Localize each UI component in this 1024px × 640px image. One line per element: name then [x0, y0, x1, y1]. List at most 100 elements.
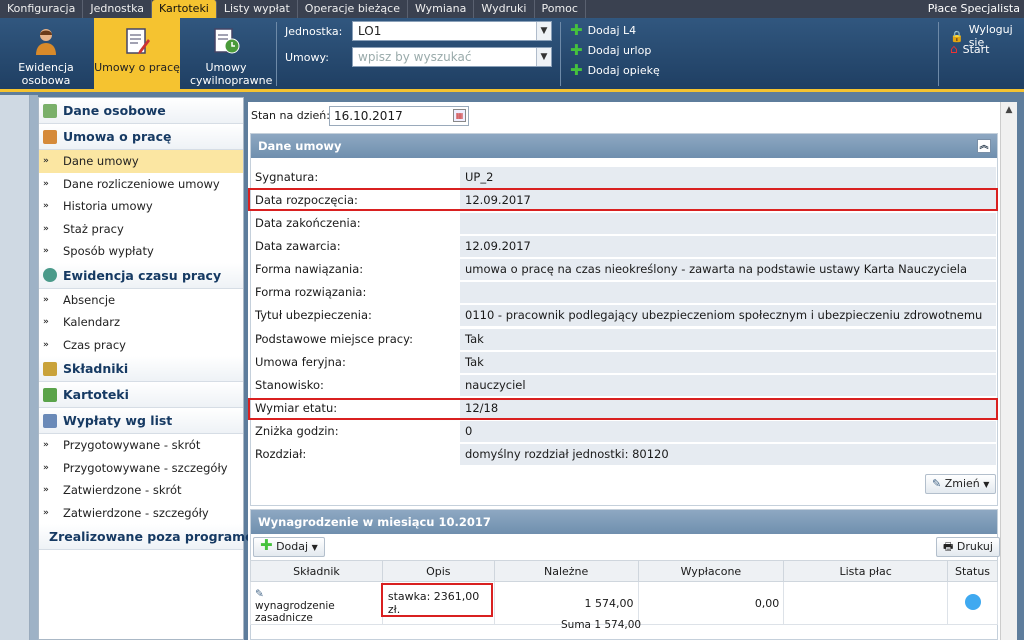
- field-label: Forma nawiązania:: [255, 262, 364, 276]
- sidebar-item-kalendarz[interactable]: » Kalendarz: [39, 311, 243, 334]
- sidebar-item-przygotowywane-skrot[interactable]: » Przygotowywane - skrót: [39, 434, 243, 457]
- plus-icon: ✚: [570, 41, 583, 59]
- ribbon-separator: [938, 22, 939, 86]
- sidebar-item-sposob-wyplaty[interactable]: » Sposób wypłaty: [39, 240, 243, 263]
- pencil-icon[interactable]: ✎: [255, 588, 264, 600]
- dodaj-button[interactable]: ✚ Dodaj ▼: [253, 537, 325, 557]
- sidebar-item-przygotowywane-szczegoly[interactable]: » Przygotowywane - szczegóły: [39, 457, 243, 480]
- menu-wymiana[interactable]: Wymiana: [408, 0, 475, 18]
- dodaj-urlop-button[interactable]: ✚ Dodaj urlop: [570, 41, 651, 59]
- sidebar-section-ewidencja-czasu[interactable]: Ewidencja czasu pracy: [39, 262, 243, 289]
- field-label: Stanowisko:: [255, 378, 324, 392]
- menu-konfiguracja[interactable]: Konfiguracja: [0, 0, 84, 18]
- sidebar-item-absencje[interactable]: » Absencje: [39, 289, 243, 312]
- field-row: Rozdział: domyślny rozdział jednostki: 80…: [250, 444, 996, 465]
- menu-wydruki[interactable]: Wydruki: [474, 0, 535, 18]
- cell-lista-plac: [783, 581, 948, 625]
- chevron-right-icon: »: [43, 294, 49, 305]
- scroll-up-icon[interactable]: ▲: [1001, 102, 1017, 118]
- umowy-o-prace-button[interactable]: Umowy o pracę: [94, 18, 180, 92]
- plus-icon: ✚: [260, 536, 273, 554]
- umowy-cywilnoprawne-button[interactable]: Umowy cywilnoprawne: [186, 18, 272, 92]
- chevron-right-icon: »: [43, 156, 49, 167]
- umowy-search-input[interactable]: wpisz by wyszukać ▼: [352, 47, 552, 67]
- sidebar-item-zatwierdzone-szczegoly[interactable]: » Zatwierdzone - szczegóły: [39, 502, 243, 525]
- zmien-button[interactable]: ✎ Zmień ▼: [925, 474, 997, 494]
- printer-icon: 🖶: [943, 540, 954, 553]
- chevron-down-icon[interactable]: ▼: [536, 48, 551, 66]
- clock-icon: [43, 268, 57, 282]
- ribbon-separator: [560, 22, 561, 86]
- calendar-icon[interactable]: ▦: [453, 109, 466, 122]
- collapse-icon[interactable]: ︽: [977, 139, 991, 153]
- sidebar-item-dane-umowy[interactable]: » Dane umowy: [39, 150, 243, 173]
- components-icon: [43, 361, 57, 376]
- col-lista-plac[interactable]: Lista płac: [783, 560, 948, 582]
- sidebar-section-skladniki[interactable]: Składniki: [39, 356, 243, 382]
- plus-icon: ✚: [570, 21, 583, 39]
- field-row: Stanowisko: nauczyciel: [250, 375, 996, 396]
- ribbon: Ewidencja osobowa Umowy o pracę Umowy cy…: [0, 18, 1024, 92]
- status-dot-icon: [964, 593, 981, 610]
- chevron-right-icon: »: [43, 223, 49, 234]
- menu-pomoc[interactable]: Pomoc: [535, 0, 586, 18]
- sidebar-item-zatwierdzone-skrot[interactable]: » Zatwierdzone - skrót: [39, 479, 243, 502]
- field-row: Zniżka godzin: 0: [250, 421, 996, 442]
- sidebar-section-kartoteki[interactable]: Kartoteki: [39, 382, 243, 408]
- chevron-right-icon: »: [43, 485, 49, 496]
- field-value: 0: [460, 421, 996, 442]
- chevron-down-icon: ▼: [311, 543, 318, 552]
- sidebar-section-zrealizowane[interactable]: Zrealizowane poza programem: [39, 524, 267, 550]
- main-scrollbar[interactable]: ▲: [1000, 102, 1017, 640]
- menu-kartoteki[interactable]: Kartoteki: [152, 0, 217, 18]
- sidebar-item-czas-pracy[interactable]: » Czas pracy: [39, 334, 243, 357]
- col-status[interactable]: Status: [947, 560, 998, 582]
- col-skladnik[interactable]: Składnik: [250, 560, 383, 582]
- drukuj-button[interactable]: 🖶 Drukuj: [936, 537, 1000, 557]
- dodaj-opieke-button[interactable]: ✚ Dodaj opiekę: [570, 61, 660, 79]
- col-nalezne[interactable]: Należne: [493, 560, 639, 582]
- sidebar-section-wyplaty-wg-list[interactable]: Wypłaty wg list: [39, 408, 243, 434]
- highlight-data-rozpoczecia: [248, 188, 998, 211]
- sidebar-section-dane-osobowe[interactable]: Dane osobowe: [39, 98, 243, 124]
- pencil-icon: ✎: [932, 477, 942, 490]
- col-opis[interactable]: Opis: [381, 560, 495, 582]
- jednostka-select[interactable]: LO1 ▼: [352, 21, 552, 41]
- wynagrodzenie-table: Składnik Opis Należne Wypłacone Lista pł…: [250, 560, 998, 625]
- field-value: nauczyciel: [460, 375, 996, 396]
- field-label: Data zakończenia:: [255, 216, 361, 230]
- ewidencja-osobowa-button[interactable]: Ewidencja osobowa: [6, 18, 86, 92]
- stan-na-dzien-input[interactable]: 16.10.2017 ▦: [329, 106, 469, 126]
- menu-listy-wyplat[interactable]: Listy wypłat: [217, 0, 298, 18]
- left-collapse-strip[interactable]: ▶: [0, 95, 36, 640]
- field-value: 0110 - pracownik podlegający ubezpieczen…: [460, 305, 996, 326]
- field-value: Tak: [460, 352, 996, 373]
- sidebar-item-staz-pracy[interactable]: » Staż pracy: [39, 218, 243, 241]
- dodaj-l4-button[interactable]: ✚ Dodaj L4: [570, 21, 636, 39]
- sidebar-section-umowa-o-prace[interactable]: Umowa o pracę: [39, 124, 243, 150]
- list-icon: [43, 413, 57, 428]
- ribbon-separator: [276, 22, 277, 86]
- chevron-right-icon: »: [43, 440, 49, 451]
- start-button[interactable]: ⌂ Start: [950, 42, 990, 56]
- menu-operacje-biezace[interactable]: Operacje bieżące: [298, 0, 408, 18]
- chevron-down-icon[interactable]: ▼: [536, 22, 551, 40]
- menu-jednostka[interactable]: Jednostka: [83, 0, 153, 18]
- sidebar-item-dane-rozliczeniowe[interactable]: » Dane rozliczeniowe umowy: [39, 173, 243, 196]
- chevron-right-icon: »: [43, 317, 49, 328]
- person-edit-icon: [43, 103, 57, 118]
- wynagrodzenie-header: Wynagrodzenie w miesiącu 10.2017: [251, 510, 997, 534]
- col-wyplacone[interactable]: Wypłacone: [637, 560, 785, 582]
- left-strip-divider: [30, 95, 38, 640]
- app-title: Płace Specjalista: [927, 2, 1020, 15]
- field-label: Sygnatura:: [255, 170, 319, 184]
- sidebar-item-historia-umowy[interactable]: » Historia umowy: [39, 195, 243, 218]
- table-header-row: Składnik Opis Należne Wypłacone Lista pł…: [250, 560, 998, 582]
- chevron-right-icon: »: [43, 507, 49, 518]
- field-row: Data zawarcia: 12.09.2017: [250, 236, 996, 257]
- field-label: Zniżka godzin:: [255, 424, 339, 438]
- person-icon: [31, 26, 61, 56]
- plus-icon: ✚: [570, 61, 583, 79]
- stan-na-dzien-label: Stan na dzień:: [251, 109, 330, 122]
- suma-label: Suma 1 574,00: [561, 619, 642, 631]
